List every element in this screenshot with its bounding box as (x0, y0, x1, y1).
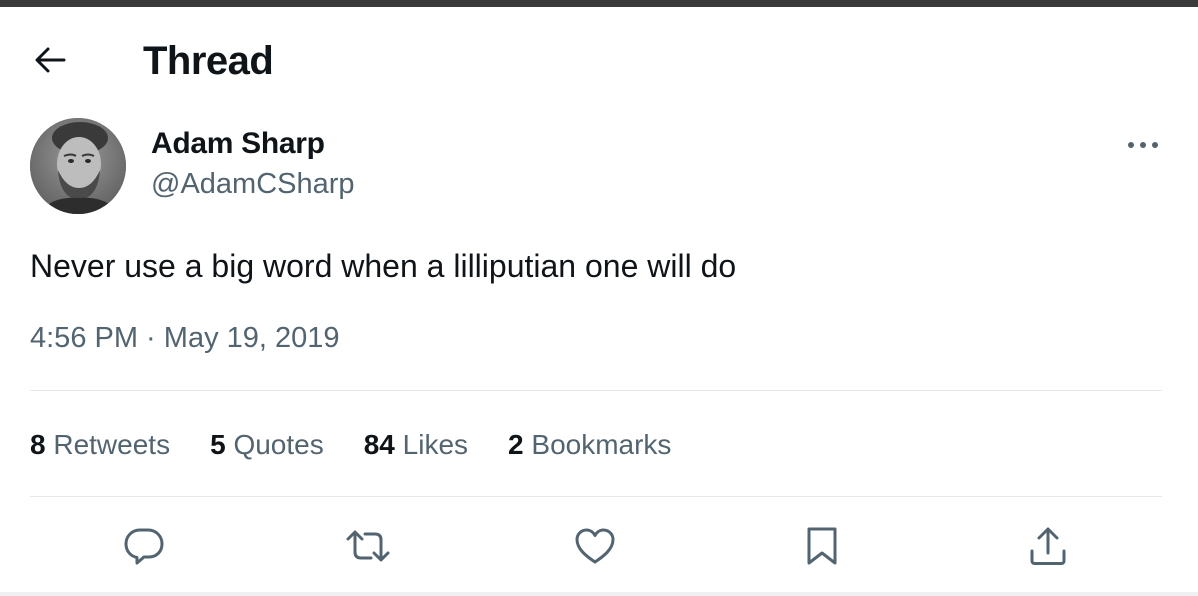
more-options-button[interactable] (1118, 128, 1168, 162)
quotes-stat[interactable]: 5 Quotes (210, 427, 324, 463)
retweet-button[interactable] (342, 520, 394, 572)
bookmarks-count: 2 (508, 429, 524, 460)
more-horizontal-icon (1128, 142, 1158, 148)
arrow-left-icon (35, 47, 66, 73)
likes-stat[interactable]: 84 Likes (364, 427, 468, 463)
like-button[interactable] (569, 520, 621, 572)
bookmarks-label: Bookmarks (531, 429, 672, 460)
engagement-stats: 8 Retweets 5 Quotes 84 Likes 2 Bookmarks (30, 427, 711, 463)
reply-button[interactable] (118, 520, 170, 572)
bookmarks-stat[interactable]: 2 Bookmarks (508, 427, 671, 463)
quotes-label: Quotes (233, 429, 324, 460)
avatar[interactable] (30, 118, 126, 214)
quotes-count: 5 (210, 429, 226, 460)
retweets-label: Retweets (53, 429, 171, 460)
page-title: Thread (143, 39, 274, 83)
retweets-count: 8 (30, 429, 46, 460)
author-name[interactable]: Adam Sharp (151, 126, 325, 162)
author-handle[interactable]: @AdamCSharp (151, 166, 355, 202)
page-header: Thread (0, 7, 1198, 107)
likes-count: 84 (363, 429, 395, 460)
bottom-border (0, 592, 1198, 596)
share-icon (1030, 527, 1066, 565)
retweet-icon (346, 530, 390, 562)
tweet-date[interactable]: May 19, 2019 (164, 322, 340, 354)
avatar-photo (30, 118, 126, 214)
tweet-text: Never use a big word when a lilliputian … (30, 248, 737, 284)
retweets-stat[interactable]: 8 Retweets (30, 427, 170, 463)
tweet-actions-bar (30, 520, 1162, 572)
bookmark-button[interactable] (796, 520, 848, 572)
divider-bottom (30, 496, 1162, 497)
bookmark-icon (807, 527, 837, 565)
window-top-bar (0, 0, 1198, 7)
likes-label: Likes (402, 429, 469, 460)
timestamp-separator: · (138, 322, 164, 354)
share-button[interactable] (1022, 520, 1074, 572)
tweet-timestamp: 4:56 PM · May 19, 2019 (30, 320, 340, 356)
tweet-time[interactable]: 4:56 PM (30, 322, 138, 354)
like-icon (575, 528, 615, 564)
reply-icon (124, 528, 164, 565)
back-button[interactable] (22, 37, 78, 83)
divider-top (30, 390, 1162, 391)
